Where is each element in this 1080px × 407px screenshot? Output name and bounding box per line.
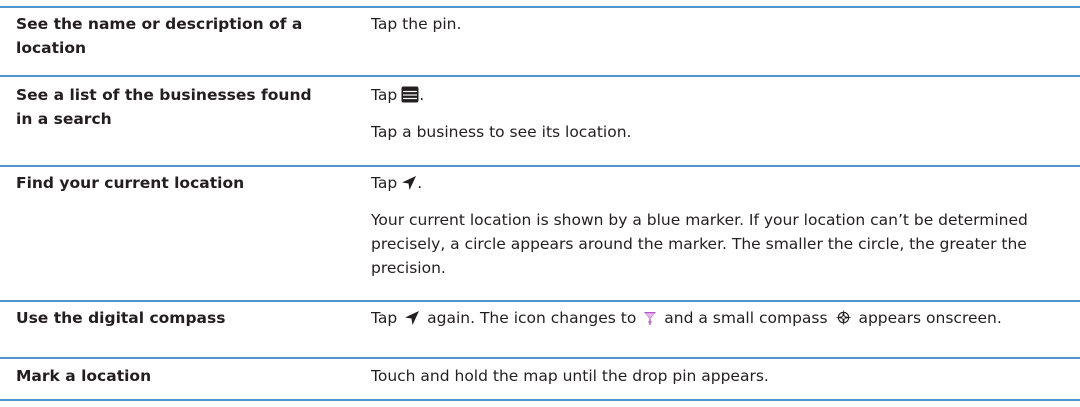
action-line: Tap a business to see its location.	[371, 123, 632, 141]
row-action-business-list: Tap. Tap a business to see its location.	[371, 83, 1031, 144]
location-arrow-icon	[404, 310, 420, 326]
row-task-compass: Use the digital compass	[16, 309, 226, 327]
compass-beacon-icon	[643, 310, 657, 326]
action-line: Touch and hold the map until the drop pi…	[371, 367, 769, 385]
action-prefix: Tap	[371, 174, 398, 192]
action-prefix: Tap	[371, 86, 398, 104]
table-row	[0, 75, 1080, 77]
table-bottom-rule	[0, 399, 1080, 401]
compass-rose-icon	[835, 309, 852, 326]
action-suffix: .	[417, 174, 423, 192]
action-text-part: and a small compass	[664, 309, 828, 327]
table-row	[0, 357, 1080, 359]
row-action-mark-location: Touch and hold the map until the drop pi…	[371, 364, 1031, 388]
table-row	[0, 300, 1080, 302]
table-row	[0, 6, 1080, 8]
action-line: Your current location is shown by a blue…	[371, 211, 1028, 277]
action-text-part: appears onscreen.	[858, 309, 1002, 327]
action-text-part: again. The icon changes to	[427, 309, 637, 327]
action-text-part: Tap	[371, 309, 398, 327]
action-line: Tap.	[371, 171, 1031, 195]
row-action-name-location: Tap the pin.	[371, 12, 1031, 36]
action-line: Tap the pin.	[371, 15, 462, 33]
action-suffix: .	[419, 86, 425, 104]
row-action-compass: Tap again. The icon changes to and a sma…	[371, 306, 1031, 330]
action-line: Tap.	[371, 83, 1031, 107]
action-table: See the name or description of a locatio…	[0, 0, 1080, 407]
row-task-name-location: See the name or description of a locatio…	[16, 15, 303, 57]
list-icon	[401, 86, 419, 103]
row-action-current-location: Tap. Your current location is shown by a…	[371, 171, 1031, 280]
table-row	[0, 165, 1080, 167]
row-task-current-location: Find your current location	[16, 174, 245, 192]
row-task-business-list: See a list of the businesses found in a …	[16, 86, 312, 128]
location-arrow-icon	[401, 175, 417, 191]
row-task-mark-location: Mark a location	[16, 367, 152, 385]
